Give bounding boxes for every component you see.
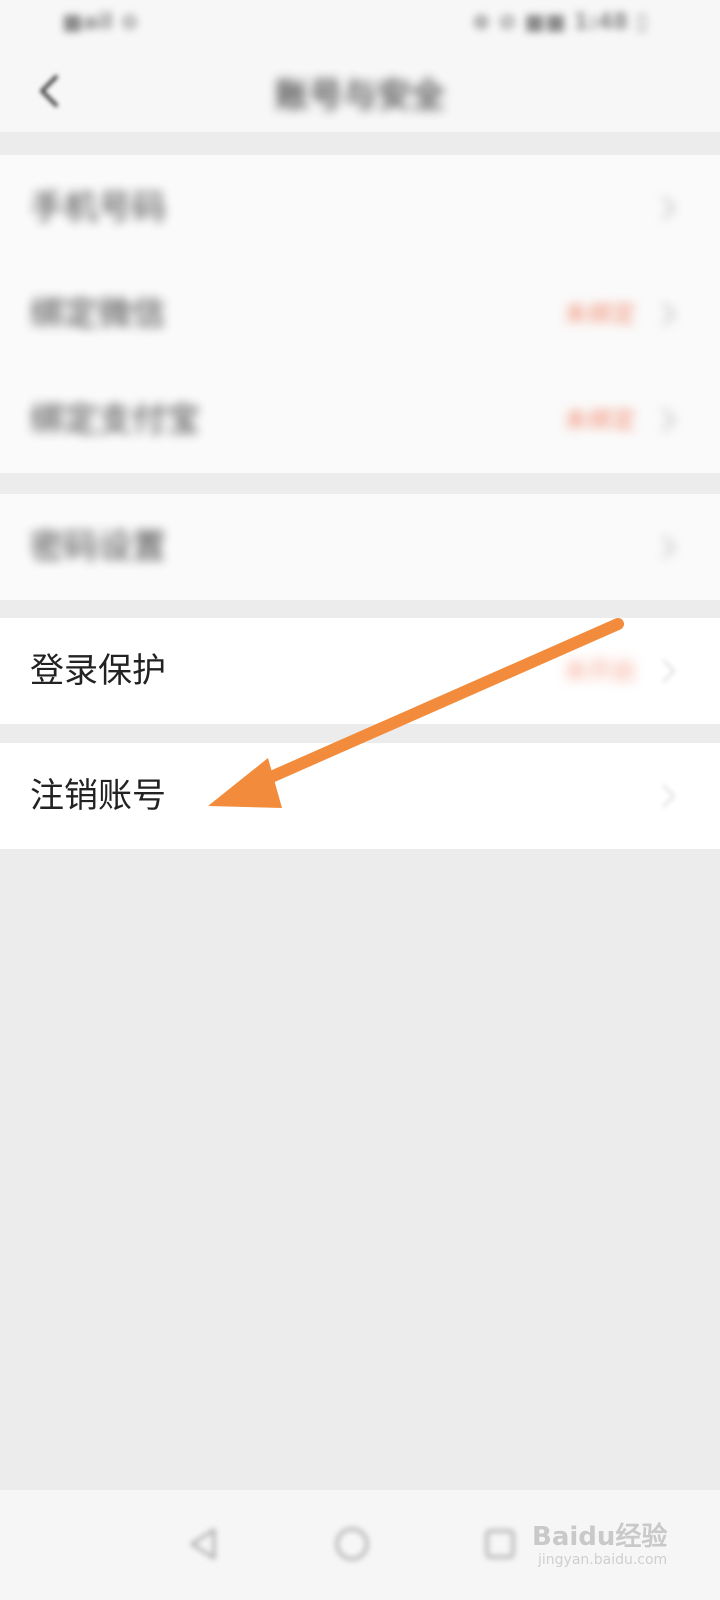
chevron-right-icon <box>662 302 676 326</box>
row-label: 注销账号 <box>30 776 166 816</box>
setting-row-phone[interactable]: 手机号码 <box>0 155 720 261</box>
chevron-right-icon <box>662 659 676 683</box>
watermark: Baidu经验 jingyan.baidu.com <box>532 1516 682 1580</box>
setting-row-wechat[interactable]: 绑定微信 未绑定 <box>0 261 720 367</box>
setting-row-alipay[interactable]: 绑定支付宝 未绑定 <box>0 367 720 473</box>
nav-home-button[interactable] <box>320 1512 384 1576</box>
chevron-right-icon <box>662 196 676 220</box>
row-label: 绑定微信 <box>30 294 166 334</box>
status-bar: ■ail ⊙ ⊕ ⊘ ■■ 1:48 ▯ <box>0 0 720 48</box>
circle-home-icon <box>335 1527 369 1561</box>
setting-row-password[interactable]: 密码设置 <box>0 494 720 600</box>
watermark-url: jingyan.baidu.com <box>538 1552 668 1568</box>
square-recents-icon <box>485 1529 515 1559</box>
setting-row-delete-account[interactable]: 注销账号 <box>0 743 720 849</box>
chevron-right-icon <box>662 408 676 432</box>
status-indicators: ⊕ ⊘ ■■ 1:48 ▯ <box>472 10 648 35</box>
chevron-right-icon <box>662 784 676 808</box>
watermark-logo-text: Baidu经验 <box>532 1522 668 1552</box>
status-badge: 未绑定 <box>564 300 636 328</box>
row-label: 手机号码 <box>30 188 166 228</box>
setting-row-login-protection[interactable]: 登录保护 未开启 <box>0 618 720 724</box>
chevron-right-icon <box>662 535 676 559</box>
nav-recents-button[interactable] <box>468 1512 532 1576</box>
page-title: 账号与安全 <box>275 76 445 116</box>
header: 账号与安全 <box>0 50 720 132</box>
status-signal: ■ail ⊙ <box>62 10 139 35</box>
row-label: 登录保护 <box>30 651 166 691</box>
top-bar: ■ail ⊙ ⊕ ⊘ ■■ 1:48 ▯ 账号与安全 <box>0 0 720 132</box>
row-label: 绑定支付宝 <box>30 400 200 440</box>
screen: ■ail ⊙ ⊕ ⊘ ■■ 1:48 ▯ 账号与安全 手机号码 绑定微信 未绑定… <box>0 0 720 1600</box>
triangle-back-icon <box>190 1528 216 1560</box>
row-label: 密码设置 <box>30 527 166 567</box>
status-badge: 未绑定 <box>564 406 636 434</box>
status-badge: 未开启 <box>564 657 636 685</box>
nav-back-button[interactable] <box>172 1512 236 1576</box>
